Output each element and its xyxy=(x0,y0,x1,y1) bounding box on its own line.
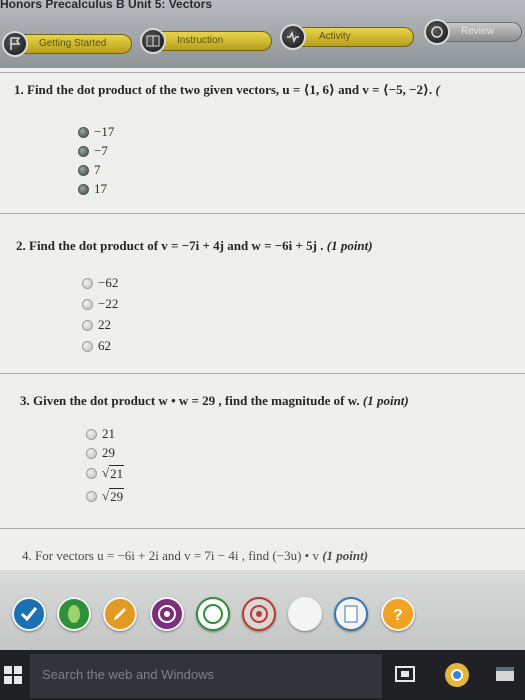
check-icon[interactable] xyxy=(12,597,46,631)
question-1: 1. Find the dot product of the two given… xyxy=(14,82,440,97)
q3-option-1[interactable]: 21 xyxy=(86,426,115,442)
q2-option-4[interactable]: 62 xyxy=(82,338,111,354)
target-icon[interactable] xyxy=(150,597,184,631)
question-3: 3. Given the dot product w • w = 29 , fi… xyxy=(20,393,409,408)
question-2: 2. Find the dot product of v = −7i + 4j … xyxy=(16,238,373,253)
radio-button[interactable] xyxy=(82,298,93,310)
radio-button[interactable] xyxy=(82,277,93,289)
q3-option-2[interactable]: 29 xyxy=(86,445,115,461)
radio-button[interactable] xyxy=(78,126,89,138)
radio-button[interactable] xyxy=(78,164,89,176)
flag-icon xyxy=(2,31,28,57)
tab-activity-label: Activity xyxy=(319,31,351,42)
tool-dock: ? xyxy=(0,570,525,650)
quiz-content: 1. Find the dot product of the two given… xyxy=(0,68,525,570)
help-icon[interactable]: ? xyxy=(381,597,415,631)
chrome-icon[interactable] xyxy=(444,662,470,693)
radio-button[interactable] xyxy=(86,447,97,459)
q1-option-4[interactable]: 17 xyxy=(78,181,107,197)
q3-option-4[interactable]: √ 29 xyxy=(86,488,125,505)
taskbar-search-box[interactable]: Search the web and Windows xyxy=(30,654,382,698)
pencil-icon[interactable] xyxy=(103,597,137,631)
windows-icon[interactable] xyxy=(4,666,22,689)
q3-option-3[interactable]: √ 21 xyxy=(86,465,125,482)
activity-icon xyxy=(280,24,306,50)
sqrt-answer: √ 29 xyxy=(102,488,125,504)
tab-getting-started-label: Getting Started xyxy=(39,38,107,49)
review-icon xyxy=(424,19,450,45)
q1-option-1[interactable]: −17 xyxy=(78,124,114,140)
book-icon xyxy=(140,28,166,54)
svg-text:?: ? xyxy=(393,607,403,624)
blank-icon[interactable] xyxy=(288,597,322,631)
windows-taskbar: Search the web and Windows xyxy=(0,650,525,700)
tab-review-label: Review xyxy=(461,26,494,37)
course-header: Honors Precalculus B Unit 5: Vectors Get… xyxy=(0,0,525,68)
q2-option-3[interactable]: 22 xyxy=(82,317,111,333)
task-view-icon[interactable] xyxy=(394,664,416,689)
divider xyxy=(0,213,525,214)
tab-instruction-label: Instruction xyxy=(177,35,224,46)
search-placeholder: Search the web and Windows xyxy=(42,667,214,682)
radio-button[interactable] xyxy=(86,428,97,440)
circle-icon[interactable] xyxy=(196,597,230,631)
document-icon[interactable] xyxy=(334,597,368,631)
divider xyxy=(0,72,525,73)
radio-button[interactable] xyxy=(82,319,93,331)
radio-button[interactable] xyxy=(78,183,89,195)
target-icon[interactable] xyxy=(242,597,276,631)
sqrt-answer: √ 21 xyxy=(102,465,125,481)
q1-option-3[interactable]: 7 xyxy=(78,162,101,178)
course-title: Honors Precalculus B Unit 5: Vectors xyxy=(0,0,213,11)
divider xyxy=(0,373,525,374)
radio-button[interactable] xyxy=(82,340,93,352)
tab-activity[interactable]: Activity xyxy=(288,27,414,47)
radio-button[interactable] xyxy=(78,145,89,157)
q1-option-2[interactable]: −7 xyxy=(78,143,108,159)
q2-option-1[interactable]: −62 xyxy=(82,275,118,291)
radio-button[interactable] xyxy=(86,491,97,502)
divider xyxy=(0,528,525,529)
question-4: 4. For vectors u = −6i + 2i and v = 7i −… xyxy=(22,548,369,563)
q2-option-2[interactable]: −22 xyxy=(82,296,118,312)
leaf-icon[interactable] xyxy=(57,597,91,631)
radio-button[interactable] xyxy=(86,468,97,479)
app-icon[interactable] xyxy=(494,664,516,689)
